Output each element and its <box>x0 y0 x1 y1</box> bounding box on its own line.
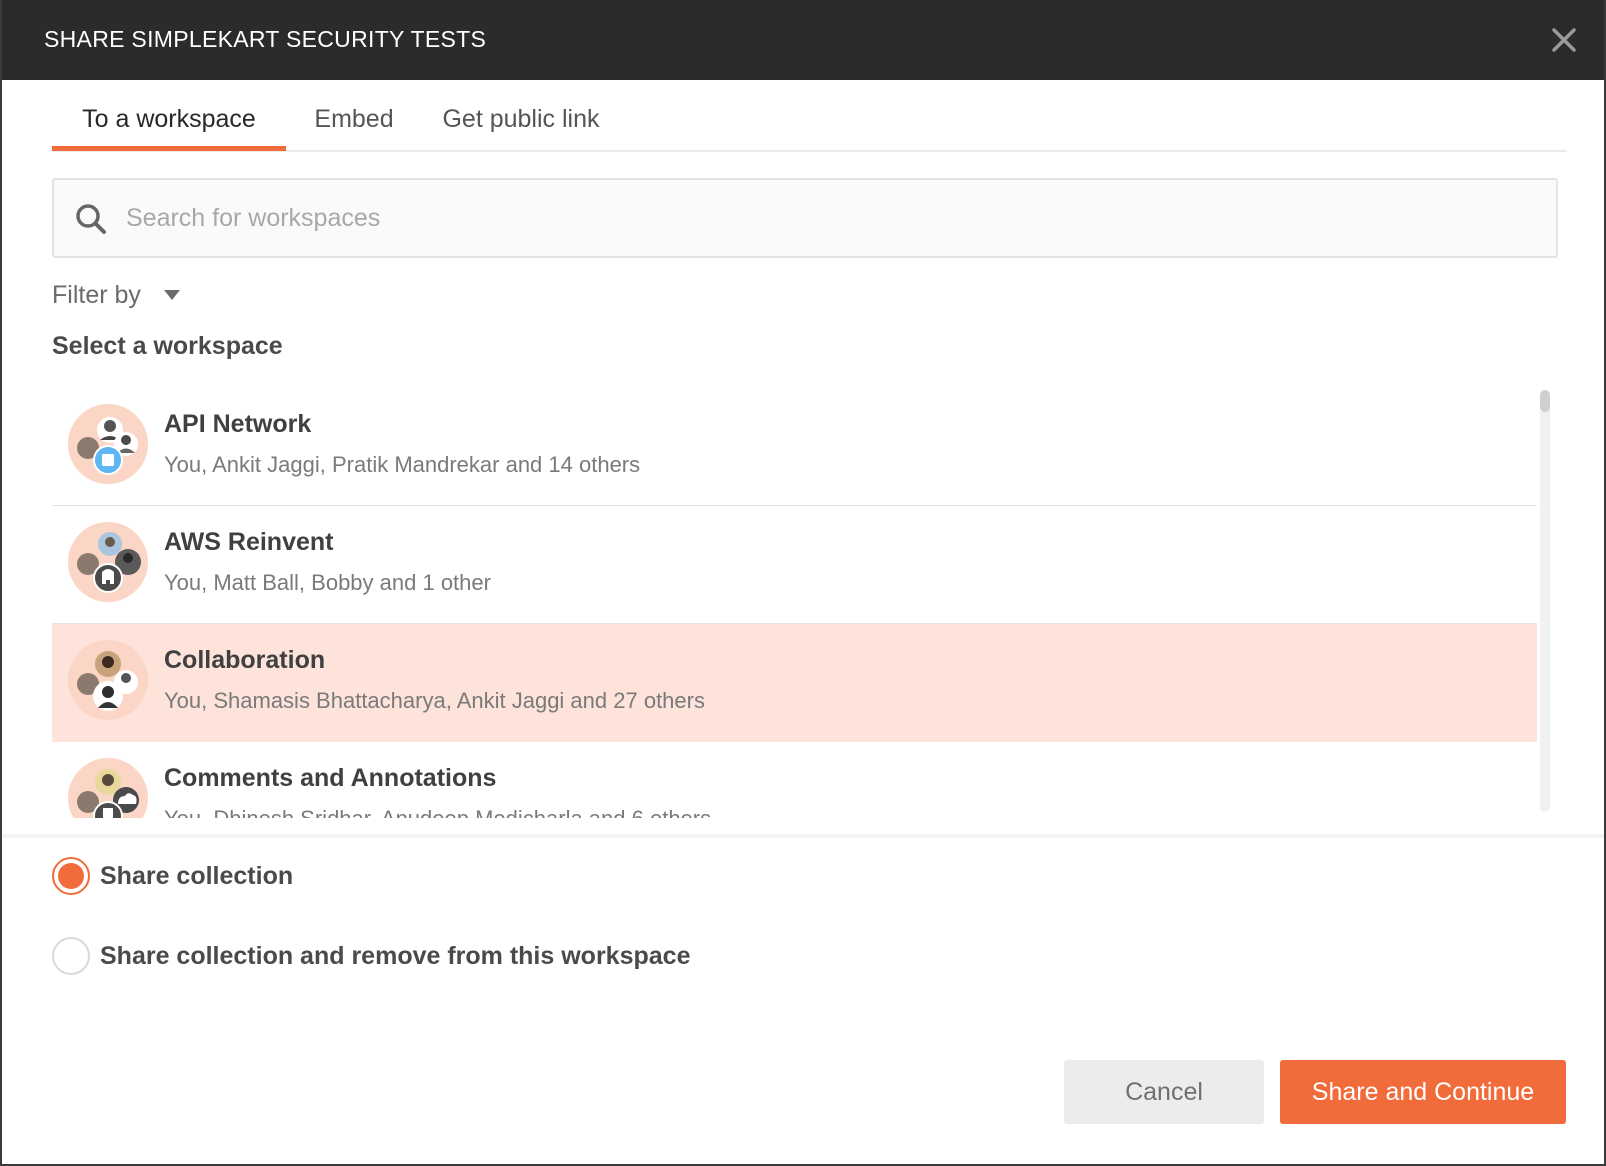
option-share-and-remove[interactable]: Share collection and remove from this wo… <box>52 936 690 976</box>
team-avatar-icon <box>77 769 139 818</box>
workspace-members: You, Shamasis Bhattacharya, Ankit Jaggi … <box>164 688 705 713</box>
option-label: Share collection <box>100 861 294 890</box>
modal-title: SHARE SIMPLEKART SECURITY TESTS <box>44 26 487 52</box>
share-tabs: To a workspace Embed Get public link <box>52 80 1567 152</box>
filter-dropdown[interactable]: Filter by <box>52 276 181 314</box>
share-collection-modal: SHARE SIMPLEKART SECURITY TESTS To a wor… <box>0 0 1606 1166</box>
active-tab-indicator <box>52 146 286 151</box>
close-button[interactable] <box>1546 22 1582 58</box>
close-icon <box>1552 28 1576 52</box>
workspace-members: You, Matt Ball, Bobby and 1 other <box>164 570 491 595</box>
radio-share-and-remove[interactable] <box>52 937 90 975</box>
share-and-continue-button[interactable]: Share and Continue <box>1280 1060 1566 1124</box>
workspace-list-scrollbar[interactable] <box>1540 390 1550 812</box>
team-avatar-icon <box>77 417 138 475</box>
option-share-collection[interactable]: Share collection <box>52 856 293 896</box>
workspace-item-aws-reinvent[interactable]: AWS Reinvent You, Matt Ball, Bobby and 1… <box>52 506 1537 624</box>
workspace-name: Collaboration <box>164 646 326 674</box>
workspace-name: AWS Reinvent <box>164 528 334 556</box>
search-input[interactable] <box>126 180 1526 256</box>
filter-label: Filter by <box>52 280 141 309</box>
workspace-item-collaboration[interactable]: Collaboration You, Shamasis Bhattacharya… <box>52 624 1537 742</box>
workspace-avatar <box>68 758 148 818</box>
workspace-item-comments-and-annotations[interactable]: Comments and Annotations You, Dhinesh Sr… <box>52 742 1537 818</box>
workspace-members: You, Ankit Jaggi, Pratik Mandrekar and 1… <box>164 452 641 477</box>
section-title: Select a workspace <box>52 332 283 360</box>
option-label: Share collection and remove from this wo… <box>100 941 691 970</box>
tab-embed[interactable]: Embed <box>304 80 404 152</box>
tab-get-public-link[interactable]: Get public link <box>436 80 606 152</box>
scrollbar-thumb[interactable] <box>1540 390 1550 412</box>
workspace-item-api-network[interactable]: API Network You, Ankit Jaggi, Pratik Man… <box>52 388 1537 506</box>
workspace-list: API Network You, Ankit Jaggi, Pratik Man… <box>52 388 1537 818</box>
workspace-avatar <box>68 522 148 602</box>
section-divider <box>2 834 1604 838</box>
workspace-name: API Network <box>164 410 312 438</box>
radio-share-collection[interactable] <box>52 857 90 895</box>
team-avatar-icon <box>77 532 141 593</box>
workspace-name: Comments and Annotations <box>164 764 497 792</box>
workspace-members: You, Dhinesh Sridhar, Anudeep Medicharla… <box>164 806 711 818</box>
modal-header: SHARE SIMPLEKART SECURITY TESTS <box>2 0 1604 80</box>
workspace-avatar <box>68 640 148 720</box>
tab-to-a-workspace[interactable]: To a workspace <box>52 80 286 152</box>
search-icon <box>76 204 106 234</box>
cancel-button[interactable]: Cancel <box>1064 1060 1264 1124</box>
team-avatar-icon <box>77 651 138 711</box>
chevron-down-icon <box>163 290 180 300</box>
workspace-avatar <box>68 404 148 484</box>
workspace-search <box>52 178 1558 258</box>
